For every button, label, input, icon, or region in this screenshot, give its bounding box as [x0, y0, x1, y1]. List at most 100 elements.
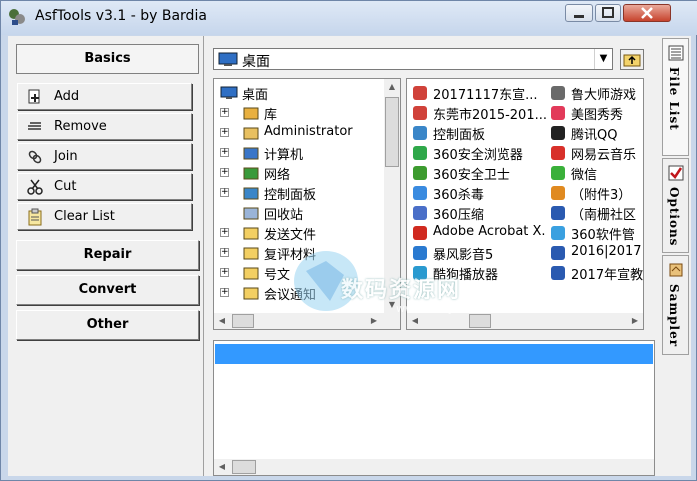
file-item-label: 360安全浏览器 [433, 148, 523, 163]
file-view[interactable]: 20171117东宣... 东莞市2015-201... 控制面板 360安全浏览器 3… [406, 78, 644, 330]
tab-options[interactable]: Options [662, 158, 689, 253]
join-button[interactable]: Join [17, 143, 192, 170]
file-item[interactable]: 360软件管 [549, 223, 643, 243]
folder-icon [243, 247, 259, 260]
close-button[interactable] [623, 4, 671, 22]
file-item[interactable]: 360安全浏览器 [411, 143, 547, 163]
file-item[interactable]: 美图秀秀 [549, 103, 643, 123]
basics-section-button[interactable]: Basics [16, 44, 199, 74]
file-item[interactable]: 暴风影音5 [411, 243, 547, 263]
expand-icon[interactable]: + [220, 288, 229, 297]
expand-icon[interactable]: + [220, 188, 229, 197]
files-horizontal-scrollbar[interactable]: ◀ ▶ [407, 313, 643, 329]
file-item[interactable]: 20171117东宣... [411, 83, 547, 103]
scroll-down-arrow[interactable]: ▼ [384, 297, 400, 313]
expand-icon[interactable]: + [220, 228, 229, 237]
archive-icon [413, 86, 427, 100]
file-list[interactable]: ◀ [213, 340, 655, 476]
title-bar[interactable]: AsfTools v3.1 - by Bardia [1, 1, 697, 35]
file-item-label: 美图秀秀 [571, 108, 624, 123]
file-item-label: 微信 [571, 168, 598, 183]
scroll-right-arrow[interactable]: ▶ [366, 313, 382, 329]
expand-icon[interactable]: + [220, 128, 229, 137]
file-item[interactable]: Adobe Acrobat X... [411, 223, 547, 243]
add-button[interactable]: Add [17, 83, 192, 110]
path-combobox[interactable]: 桌面 ▼ [213, 48, 613, 70]
archive-icon [413, 106, 427, 120]
file-item[interactable]: 鲁大师游戏 [549, 83, 643, 103]
file-item[interactable]: 360压缩 [411, 203, 547, 223]
software-manager-icon [551, 226, 565, 240]
computer-icon [243, 147, 259, 160]
photo-app-icon [551, 106, 565, 120]
scroll-left-arrow[interactable]: ◀ [214, 459, 230, 475]
file-item[interactable]: 360杀毒 [411, 183, 547, 203]
remove-button[interactable]: Remove [17, 113, 192, 140]
file-item-label: 东莞市2015-201... [433, 108, 547, 123]
music-player-icon [413, 266, 427, 280]
tree-item-label: 网络 [264, 168, 291, 183]
word-doc-icon [551, 266, 565, 280]
expand-icon[interactable]: + [220, 108, 229, 117]
selected-list-row[interactable] [215, 344, 653, 364]
scroll-thumb[interactable] [385, 97, 399, 167]
network-icon [243, 167, 259, 180]
folder-tree[interactable]: 桌面 + 库 + Administrator + 计算机 + 网络 + 控制面板 回收站 + 发送文件 +… [213, 78, 401, 330]
clear-list-button[interactable]: Clear List [17, 203, 192, 230]
app-icon [9, 9, 25, 25]
scroll-left-arrow[interactable]: ◀ [407, 313, 423, 329]
tree-horizontal-scrollbar[interactable]: ◀ ▶ [214, 313, 400, 329]
tree-root-label: 桌面 [242, 88, 269, 103]
video-player-icon [413, 246, 427, 260]
repair-section-button[interactable]: Repair [16, 240, 199, 270]
expand-icon[interactable]: + [220, 248, 229, 257]
minimize-button[interactable] [565, 4, 593, 22]
cut-button[interactable]: Cut [17, 173, 192, 200]
tab-file-list[interactable]: File List [662, 38, 689, 156]
file-item[interactable]: 控制面板 [411, 123, 547, 143]
up-folder-icon [623, 54, 641, 67]
file-item[interactable]: （南栅社区 [549, 203, 643, 223]
file-item[interactable]: （附件3） [549, 183, 643, 203]
scroll-thumb[interactable] [232, 314, 254, 328]
file-item[interactable]: 东莞市2015-201... [411, 103, 547, 123]
file-item[interactable]: 2016|2017 [549, 243, 643, 263]
maximize-button[interactable] [595, 4, 621, 22]
wechat-icon [551, 166, 565, 180]
scroll-up-arrow[interactable]: ▲ [384, 79, 400, 95]
tree-item-label: 库 [264, 108, 278, 123]
scroll-thumb[interactable] [469, 314, 491, 328]
chevron-down-icon[interactable]: ▼ [594, 49, 612, 69]
join-label: Join [54, 149, 78, 164]
convert-section-button[interactable]: Convert [16, 275, 199, 305]
acrobat-icon [413, 226, 427, 240]
file-item[interactable]: 360安全卫士 [411, 163, 547, 183]
tree-vertical-scrollbar[interactable]: ▲ ▼ [384, 79, 400, 313]
word-doc-icon [551, 206, 565, 220]
scroll-left-arrow[interactable]: ◀ [214, 313, 230, 329]
file-item[interactable]: 微信 [549, 163, 643, 183]
expand-icon[interactable]: + [220, 168, 229, 177]
file-item-label: 360杀毒 [433, 188, 484, 203]
expand-icon[interactable]: + [220, 268, 229, 277]
tab-options-label: Options [667, 187, 681, 247]
close-icon [641, 7, 653, 19]
scroll-right-arrow[interactable]: ▶ [627, 313, 643, 329]
wps-doc-icon [551, 186, 565, 200]
file-item[interactable]: 2017年宣教 [549, 263, 643, 283]
scroll-thumb[interactable] [232, 460, 256, 474]
expand-icon[interactable]: + [220, 148, 229, 157]
file-item-label: Adobe Acrobat X... [433, 224, 547, 239]
up-folder-button[interactable] [620, 49, 644, 70]
game-icon [551, 86, 565, 100]
file-item[interactable]: 酷狗播放器 [411, 263, 547, 283]
file-item[interactable]: 腾讯QQ [549, 123, 643, 143]
file-item[interactable]: 网易云音乐 [549, 143, 643, 163]
tab-sampler[interactable]: Sampler [662, 255, 689, 355]
folder-icon [243, 227, 259, 240]
list-horizontal-scrollbar[interactable]: ◀ [214, 459, 654, 475]
word-doc-icon [551, 246, 565, 260]
other-section-button[interactable]: Other [16, 310, 199, 340]
desktop-icon [220, 86, 238, 99]
file-item-label: 360软件管 [571, 228, 635, 243]
